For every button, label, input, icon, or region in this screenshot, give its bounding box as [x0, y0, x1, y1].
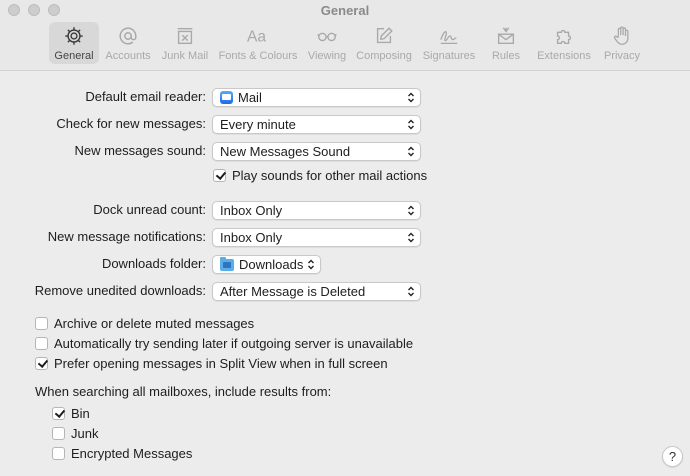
- notifications-value: Inbox Only: [220, 230, 283, 245]
- split-view-label: Prefer opening messages in Split View wh…: [54, 355, 388, 371]
- tab-rules[interactable]: Rules: [484, 22, 528, 64]
- fonts-icon: Aa: [247, 29, 266, 46]
- tab-viewing-label: Viewing: [307, 50, 347, 62]
- default-reader-row: Default email reader:: [0, 87, 206, 107]
- messages-sound-label: New messages sound:: [74, 143, 206, 158]
- help-button[interactable]: ?: [662, 446, 683, 467]
- tab-accounts[interactable]: Accounts: [102, 22, 154, 64]
- chevron-updown-icon: [408, 205, 414, 216]
- tab-general-label: General: [54, 50, 94, 62]
- auto-send-later-checkbox[interactable]: [35, 336, 48, 350]
- tab-privacy[interactable]: Privacy: [600, 22, 644, 64]
- remove-downloads-value: After Message is Deleted: [220, 284, 366, 299]
- downloads-folder-icon: [220, 256, 234, 271]
- search-encrypted-label: Encrypted Messages: [71, 445, 193, 461]
- tab-composing-label: Composing: [356, 50, 412, 62]
- default-reader-popup[interactable]: Mail: [212, 88, 421, 107]
- hand-icon: [613, 26, 629, 45]
- archive-muted-checkbox[interactable]: [35, 316, 48, 330]
- dock-unread-value: Inbox Only: [220, 203, 283, 218]
- downloads-folder-label: Downloads folder:: [101, 256, 206, 271]
- gear-icon: [65, 27, 83, 45]
- tab-junk-mail[interactable]: Junk Mail: [158, 22, 212, 64]
- signature-icon: [440, 31, 458, 44]
- check-messages-popup[interactable]: Every minute: [212, 115, 421, 134]
- search-encrypted-option[interactable]: Encrypted Messages: [52, 444, 192, 462]
- archive-muted-label: Archive or delete muted messages: [54, 315, 255, 331]
- default-reader-label: Default email reader:: [85, 89, 206, 104]
- search-junk-option[interactable]: Junk: [52, 424, 98, 442]
- title-bar: General General Accounts Junk Mail Aa Fo…: [0, 0, 690, 71]
- dock-unread-row: Dock unread count:: [0, 200, 206, 220]
- notifications-row: New message notifications:: [0, 227, 206, 247]
- chevron-updown-icon: [408, 232, 414, 243]
- chevron-updown-icon: [408, 146, 414, 157]
- tab-extensions[interactable]: Extensions: [532, 22, 596, 64]
- downloads-folder-popup[interactable]: Downloads: [212, 255, 321, 274]
- tab-extensions-label: Extensions: [537, 50, 591, 62]
- svg-text:Aa: Aa: [247, 29, 266, 46]
- dock-unread-popup[interactable]: Inbox Only: [212, 201, 421, 220]
- chevron-updown-icon: [408, 119, 414, 130]
- general-settings-panel: Default email reader: Mail Check for new…: [0, 70, 690, 476]
- tab-privacy-label: Privacy: [603, 50, 641, 62]
- search-encrypted-checkbox[interactable]: [52, 446, 65, 460]
- play-sounds-checkbox[interactable]: [213, 168, 226, 182]
- messages-sound-popup[interactable]: New Messages Sound: [212, 142, 421, 161]
- archive-muted-option[interactable]: Archive or delete muted messages: [35, 314, 254, 332]
- check-messages-row: Check for new messages:: [0, 114, 206, 134]
- search-results-heading: When searching all mailboxes, include re…: [35, 384, 332, 399]
- tab-composing[interactable]: Composing: [354, 22, 414, 64]
- tab-rules-label: Rules: [491, 50, 521, 62]
- chevron-updown-icon: [408, 286, 414, 297]
- auto-send-later-option[interactable]: Automatically try sending later if outgo…: [35, 334, 413, 352]
- notifications-label: New message notifications:: [47, 229, 206, 244]
- mail-app-icon: [220, 91, 233, 104]
- tab-junk-mail-label: Junk Mail: [161, 50, 209, 62]
- play-sounds-option[interactable]: Play sounds for other mail actions: [213, 166, 427, 184]
- dock-unread-label: Dock unread count:: [93, 202, 206, 217]
- puzzle-icon: [556, 29, 572, 45]
- messages-sound-value: New Messages Sound: [220, 144, 351, 159]
- tab-general[interactable]: General: [49, 22, 99, 64]
- remove-downloads-row: Remove unedited downloads:: [0, 281, 206, 301]
- search-bin-label: Bin: [71, 405, 90, 421]
- notifications-popup[interactable]: Inbox Only: [212, 228, 421, 247]
- downloads-folder-value: Downloads: [239, 257, 304, 272]
- check-messages-label: Check for new messages:: [56, 116, 206, 131]
- tab-viewing[interactable]: Viewing: [304, 22, 350, 64]
- split-view-checkbox[interactable]: [35, 356, 48, 370]
- remove-downloads-popup[interactable]: After Message is Deleted: [212, 282, 421, 301]
- glasses-icon: [317, 32, 337, 42]
- compose-icon: [376, 27, 393, 44]
- downloads-folder-row: Downloads folder:: [0, 254, 206, 274]
- chevron-updown-icon: [408, 92, 414, 103]
- tab-signatures[interactable]: Signatures: [420, 22, 478, 64]
- junk-mail-icon: [177, 27, 193, 45]
- check-messages-value: Every minute: [220, 117, 296, 132]
- default-reader-value: Mail: [238, 90, 262, 105]
- remove-downloads-label: Remove unedited downloads:: [34, 283, 206, 298]
- window-title: General: [320, 3, 370, 18]
- tab-fonts-colours-label: Fonts & Colours: [218, 50, 298, 62]
- search-bin-checkbox[interactable]: [52, 406, 65, 420]
- auto-send-later-label: Automatically try sending later if outgo…: [54, 335, 414, 351]
- tab-signatures-label: Signatures: [422, 50, 476, 62]
- messages-sound-row: New messages sound:: [0, 141, 206, 161]
- search-bin-option[interactable]: Bin: [52, 404, 90, 422]
- search-junk-label: Junk: [71, 425, 99, 441]
- play-sounds-label: Play sounds for other mail actions: [232, 167, 428, 183]
- tab-fonts-colours[interactable]: Aa Fonts & Colours: [216, 22, 300, 64]
- rules-icon: [497, 27, 515, 45]
- search-junk-checkbox[interactable]: [52, 426, 65, 440]
- tab-accounts-label: Accounts: [105, 50, 151, 62]
- at-icon: [119, 27, 137, 45]
- split-view-option[interactable]: Prefer opening messages in Split View wh…: [35, 354, 388, 372]
- chevron-updown-icon: [308, 259, 314, 270]
